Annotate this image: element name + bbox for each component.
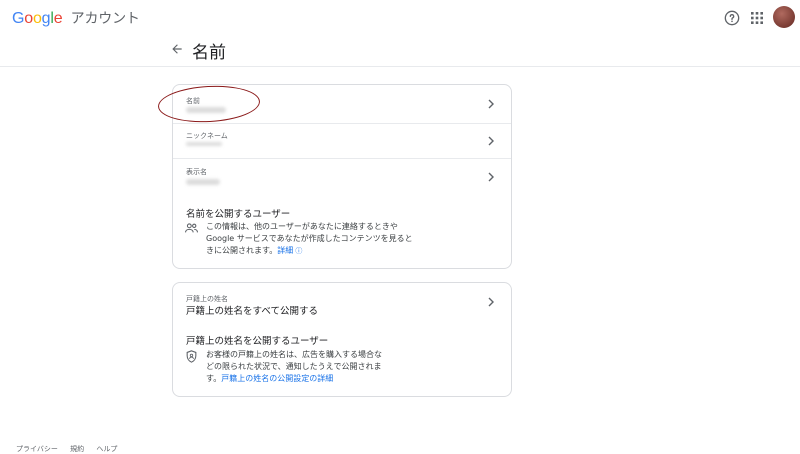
page-header bbox=[0, 36, 800, 67]
legal-visibility-description: お客様の戸籍上の姓名は、広告を購入する場合な どの限られた状況で、通知したうえで… bbox=[206, 349, 406, 385]
display-name-value-redacted bbox=[186, 179, 220, 185]
description-line: この情報は、他のユーザーがあなたに連絡するときや bbox=[206, 222, 398, 231]
chevron-right-icon bbox=[488, 99, 494, 109]
logo-letter: o bbox=[24, 10, 33, 27]
footer: プライバシー 規約 ヘルプ bbox=[16, 444, 127, 454]
logo-letter: G bbox=[12, 10, 25, 27]
back-arrow-icon[interactable] bbox=[170, 42, 184, 56]
privacy-link[interactable]: プライバシー bbox=[16, 445, 58, 453]
google-account-logo[interactable]: Google アカウント bbox=[12, 8, 140, 28]
page-title: 名前 bbox=[192, 43, 226, 63]
avatar[interactable] bbox=[773, 6, 795, 28]
people-icon bbox=[185, 223, 198, 233]
apps-grid-icon[interactable] bbox=[751, 12, 763, 24]
nickname-row[interactable]: ニックネーム bbox=[173, 124, 511, 158]
help-icon[interactable] bbox=[724, 10, 740, 26]
nickname-value-redacted bbox=[186, 142, 222, 146]
chevron-right-icon bbox=[488, 172, 494, 182]
visibility-description: この情報は、他のユーザーがあなたに連絡するときや Google サービスであなた… bbox=[206, 221, 416, 257]
chevron-right-icon bbox=[488, 136, 494, 146]
description-line: す。 bbox=[206, 374, 222, 383]
chevron-right-icon bbox=[488, 297, 494, 307]
description-line: どの限られた状況で、通知したうえで公開されま bbox=[206, 362, 382, 371]
logo-letter: e bbox=[53, 10, 63, 27]
description-line: お客様の戸籍上の姓名は、広告を購入する場合な bbox=[206, 350, 382, 359]
product-name: アカウント bbox=[70, 10, 140, 26]
help-link[interactable]: ヘルプ bbox=[96, 445, 117, 453]
details-link[interactable]: 詳細 bbox=[277, 246, 293, 255]
display-name-label: 表示名 bbox=[186, 168, 207, 176]
section-title: 名前を公開するユーザー bbox=[186, 209, 291, 220]
section-title: 戸籍上の姓名を公開するユーザー bbox=[186, 336, 329, 347]
display-name-row[interactable]: 表示名 bbox=[173, 159, 511, 193]
legal-name-row[interactable]: 戸籍上の姓名 戸籍上の姓名をすべて公開する bbox=[173, 283, 511, 323]
help-circle-icon[interactable]: ⓘ bbox=[293, 247, 302, 255]
terms-link[interactable]: 規約 bbox=[70, 445, 84, 453]
top-bar: Google アカウント bbox=[0, 0, 800, 40]
description-line: Google サービスであなたが作成したコンテンツを見ると bbox=[206, 234, 413, 243]
legal-name-settings-link[interactable]: 戸籍上の姓名の公開設定の詳細 bbox=[221, 374, 333, 383]
nickname-label: ニックネーム bbox=[186, 132, 228, 140]
logo-letter: o bbox=[32, 10, 42, 27]
legal-name-value: 戸籍上の姓名をすべて公開する bbox=[186, 306, 318, 317]
description-line: きに公開されます。 bbox=[206, 246, 278, 255]
shield-icon bbox=[186, 350, 197, 363]
legal-name-card: 戸籍上の姓名 戸籍上の姓名をすべて公開する 戸籍上の姓名を公開するユーザー お客… bbox=[172, 282, 512, 397]
